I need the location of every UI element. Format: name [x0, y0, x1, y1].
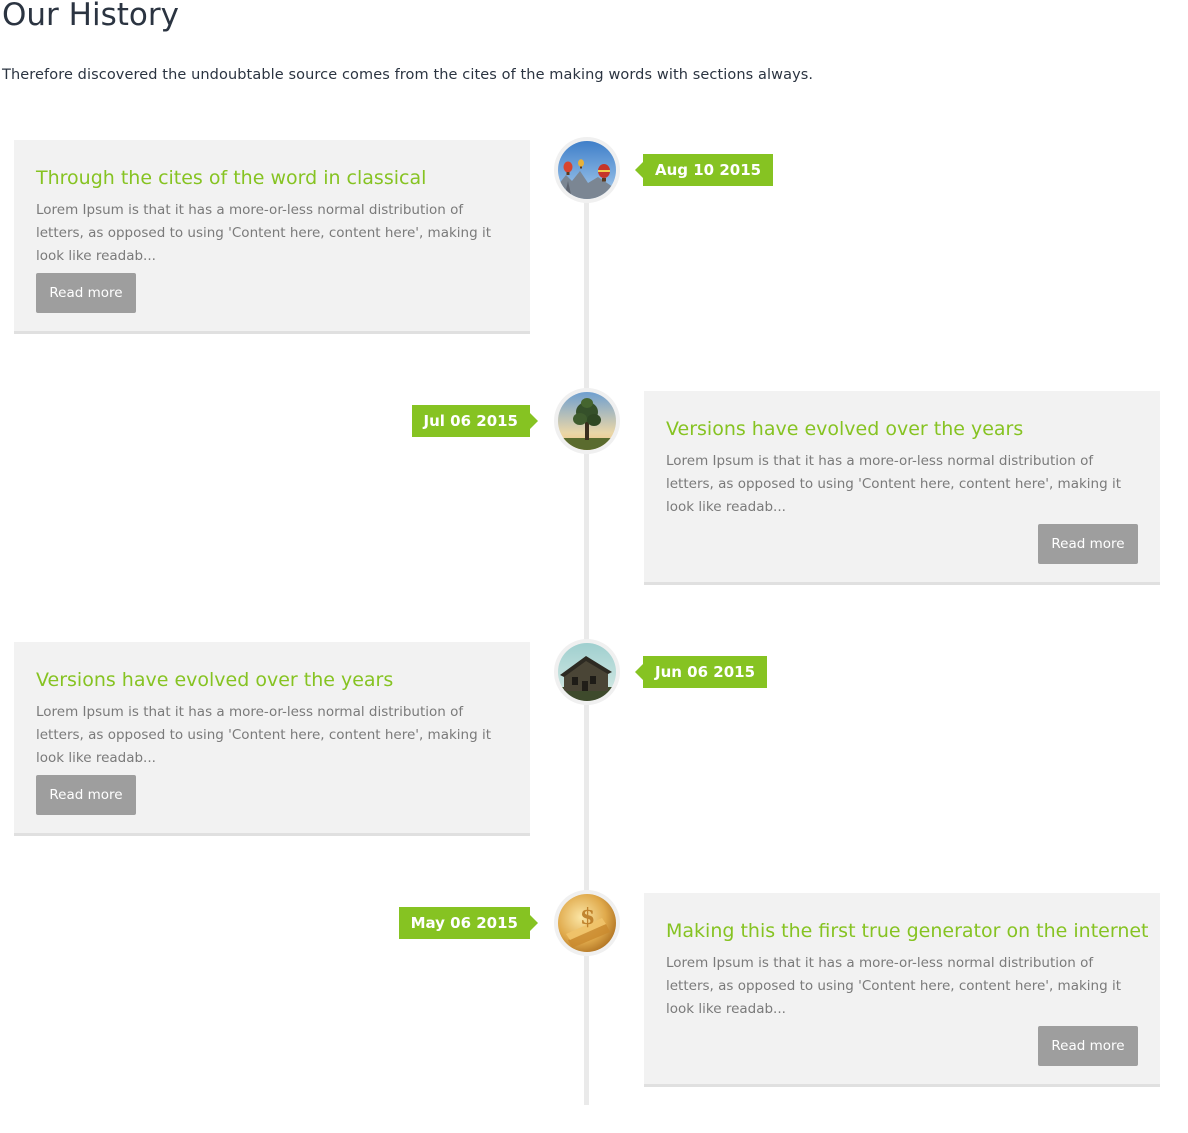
old-house-image [558, 643, 616, 701]
golden-dollar-image: $ [558, 894, 616, 952]
timeline-item: Through the cites of the word in classic… [0, 137, 1188, 380]
read-more-button[interactable]: Read more [1038, 524, 1138, 564]
read-more-button[interactable]: Read more [1038, 1026, 1138, 1066]
hot-air-balloons-image [558, 141, 616, 199]
read-more-button[interactable]: Read more [36, 775, 136, 815]
timeline-card: Versions have evolved over the years Lor… [644, 391, 1160, 585]
timeline-card-title[interactable]: Versions have evolved over the years [36, 666, 393, 694]
tree-sunset-image [558, 392, 616, 450]
page-title: Our History [2, 0, 179, 33]
date-badge: May 06 2015 [398, 907, 539, 939]
timeline-card-title[interactable]: Versions have evolved over the years [666, 415, 1023, 443]
timeline-card-excerpt: Lorem Ipsum is that it has a more-or-les… [36, 202, 492, 264]
date-badge: Jul 06 2015 [411, 405, 539, 437]
timeline-card-excerpt: Lorem Ipsum is that it has a more-or-les… [36, 704, 492, 766]
timeline-card: Through the cites of the word in classic… [14, 140, 530, 334]
read-more-button[interactable]: Read more [36, 273, 136, 313]
timeline-item: Making this the first true generator on … [0, 890, 1188, 1133]
timeline-card-excerpt: Lorem Ipsum is that it has a more-or-les… [666, 955, 1122, 1017]
timeline-card-title[interactable]: Through the cites of the word in classic… [36, 164, 426, 192]
timeline-avatar: $ [554, 890, 620, 956]
timeline-card: Making this the first true generator on … [644, 893, 1160, 1087]
timeline-avatar [554, 639, 620, 705]
timeline-avatar [554, 137, 620, 203]
date-badge: Jun 06 2015 [634, 656, 768, 688]
date-badge: Aug 10 2015 [634, 154, 774, 186]
timeline-card: Versions have evolved over the years Lor… [14, 642, 530, 836]
timeline-avatar [554, 388, 620, 454]
timeline-card-excerpt: Lorem Ipsum is that it has a more-or-les… [666, 453, 1122, 515]
timeline-item: Versions have evolved over the years Lor… [0, 388, 1188, 631]
page-intro: Therefore discovered the undoubtable sou… [2, 67, 814, 83]
timeline-card-title[interactable]: Making this the first true generator on … [666, 917, 1149, 945]
timeline-item: Versions have evolved over the years Lor… [0, 639, 1188, 882]
svg-text:$: $ [580, 904, 595, 930]
